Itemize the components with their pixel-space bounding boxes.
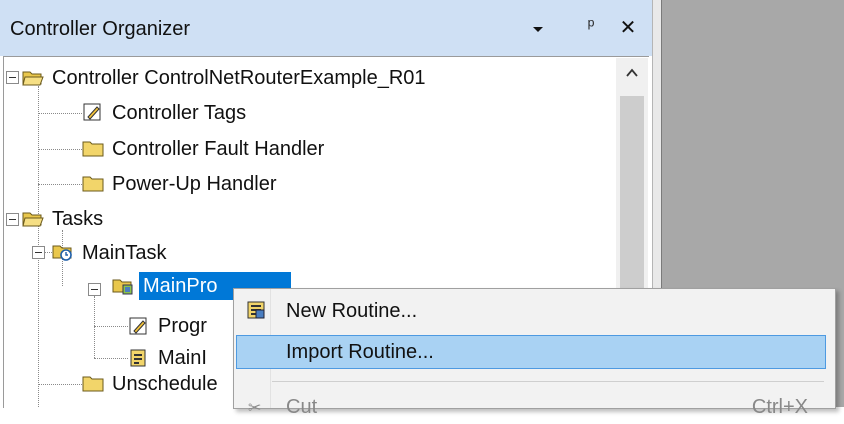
cut-icon: ✂ — [248, 400, 262, 417]
task-icon — [52, 242, 74, 262]
tree-item-label: Power-Up Handler — [112, 173, 277, 195]
tree-item-label: Controller ControlNetRouterExample_R01 — [52, 67, 426, 89]
tree-line — [38, 384, 82, 385]
tree-line — [62, 258, 63, 286]
tree-item-label: MainPro — [143, 275, 218, 297]
tree-line — [94, 326, 128, 327]
menu-separator — [272, 381, 824, 382]
tree-item-label: Controller Tags — [112, 102, 247, 124]
tree-line — [94, 358, 128, 359]
pin-icon[interactable]: ᵖ — [582, 15, 600, 39]
close-icon[interactable]: ✕ — [617, 15, 639, 39]
tree-item-label: MainTask — [82, 242, 167, 264]
folder-icon — [82, 174, 104, 194]
tree-line — [38, 149, 82, 150]
tree-line — [94, 296, 95, 358]
tree-item-label: Tasks — [52, 208, 104, 230]
panel-titlebar: Controller Organizer ᵖ ✕ — [0, 0, 652, 56]
menu-item-label: Import Routine... — [286, 341, 434, 363]
tags-icon — [128, 316, 150, 336]
program-icon — [112, 276, 134, 296]
folder-open-icon — [22, 68, 44, 88]
tree-line — [38, 113, 82, 114]
collapse-toggle[interactable] — [6, 71, 19, 84]
routine-icon — [128, 348, 150, 368]
new-routine-icon — [246, 300, 268, 320]
context-menu: New Routine... Import Routine... ✂ Cut C… — [233, 288, 836, 418]
chevron-down-icon[interactable] — [530, 22, 546, 36]
tree-item-label: MainI — [158, 347, 207, 369]
collapse-toggle[interactable] — [6, 213, 19, 226]
scroll-up-icon[interactable] — [624, 66, 640, 80]
tree-item-label: Unschedule — [112, 373, 218, 395]
folder-icon — [82, 374, 104, 394]
menu-item-cut[interactable]: ✂ Cut Ctrl+X — [236, 390, 826, 424]
tree-item-label: Controller Fault Handler — [112, 138, 325, 160]
tree-line — [38, 86, 39, 216]
menu-item-shortcut: Ctrl+X — [751, 396, 808, 418]
menu-item-label: New Routine... — [286, 300, 418, 322]
tags-icon — [82, 102, 104, 122]
panel-title: Controller Organizer — [10, 18, 191, 40]
folder-open-icon — [22, 209, 44, 229]
collapse-toggle[interactable] — [88, 283, 101, 296]
tree-item-label: Progr — [158, 315, 207, 337]
collapse-toggle[interactable] — [32, 246, 45, 259]
tree-line — [38, 184, 82, 185]
menu-item-new-routine[interactable]: New Routine... — [236, 294, 826, 328]
menu-item-label: Cut — [286, 396, 318, 418]
scrollbar-thumb[interactable] — [620, 96, 644, 296]
folder-icon — [82, 139, 104, 159]
menu-item-import-routine[interactable]: Import Routine... — [236, 335, 826, 369]
